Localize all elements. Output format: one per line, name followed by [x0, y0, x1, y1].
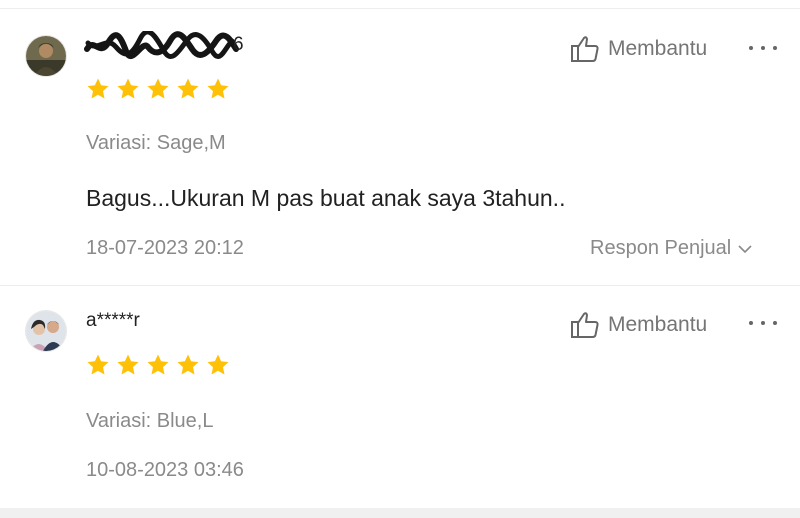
star-icon [207, 354, 229, 375]
star-icon [147, 78, 169, 99]
star-icon [117, 78, 139, 99]
helpful-label: Membantu [608, 313, 708, 336]
thumbs-up-icon [571, 312, 599, 338]
star-icon [207, 78, 229, 99]
review-comment: Bagus...Ukuran M pas buat anak saya 3tah… [86, 185, 566, 211]
star-icon [177, 354, 199, 375]
seller-reply-toggle[interactable]: Respon Penjual [590, 237, 752, 260]
review-item: a*****r Membantu Variasi: Blue,L 10-08-2… [0, 286, 800, 508]
bottom-separator [0, 508, 800, 518]
variation-text: Variasi: Sage,M [86, 132, 226, 154]
seller-reply-label: Respon Penjual [590, 237, 732, 259]
avatar[interactable] [26, 36, 66, 76]
review-timestamp: 10-08-2023 03:46 [86, 459, 244, 481]
star-icon [147, 354, 169, 375]
chevron-down-icon [738, 244, 752, 253]
star-icon [87, 78, 109, 99]
thumbs-up-icon [571, 36, 599, 62]
redacted-username-scribble [84, 31, 239, 59]
helpful-button[interactable]: Membantu [570, 35, 707, 63]
star-icon [117, 354, 139, 375]
helpful-label: Membantu [608, 37, 708, 60]
more-dots-icon[interactable] [748, 313, 778, 333]
rating-stars [86, 353, 230, 377]
helpful-button[interactable]: Membantu [570, 311, 707, 339]
rating-stars [86, 77, 230, 101]
review-item: 6 Membantu Variasi: Sage,M Bagus...Ukura… [0, 9, 800, 285]
variation-text: Variasi: Blue,L [86, 410, 214, 432]
star-icon [87, 354, 109, 375]
username: 6 [233, 34, 244, 55]
more-dots-icon[interactable] [748, 38, 778, 58]
star-icon [177, 78, 199, 99]
review-timestamp: 18-07-2023 20:12 [86, 237, 244, 259]
avatar[interactable] [26, 311, 66, 351]
username: a*****r [86, 310, 140, 331]
